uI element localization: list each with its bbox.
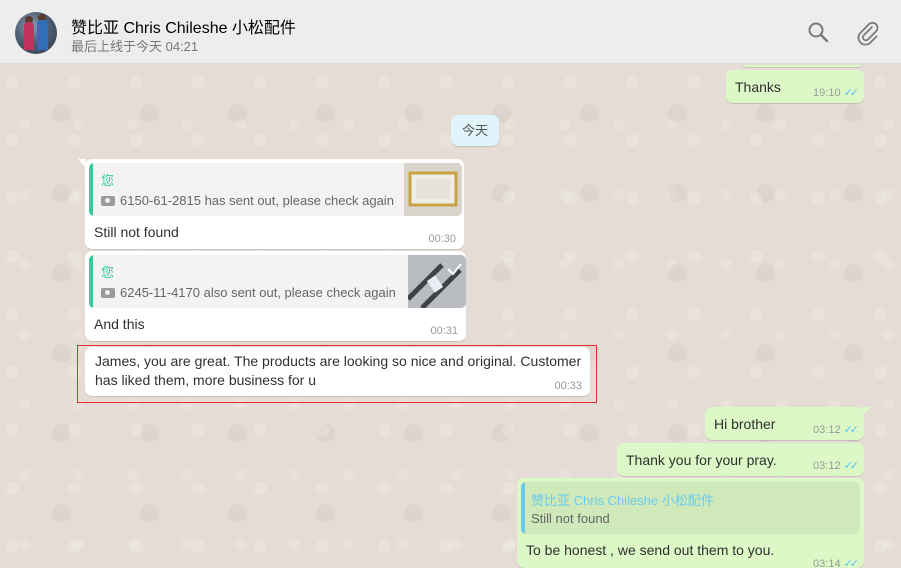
message-text: Still not found [94,224,179,240]
quoted-message[interactable]: 您 6245-11-4170 also sent out, please che… [89,255,466,308]
message-time: 00:30 [428,233,456,245]
message-outgoing[interactable]: 赞比亚 Chris Chileshe 小松配件 Still not found … [517,478,864,568]
message-outgoing[interactable]: Hi brother 03:12 ✓✓ [705,407,871,440]
message-text: To be honest , we send out them to you. [526,542,775,558]
chat-header: 赞比亚 Chris Chileshe 小松配件 最后上线于今天 04:21 [0,0,901,64]
message-text: Hi brother [714,416,776,432]
read-receipt-icon: ✓✓ [843,460,860,472]
search-icon[interactable] [806,20,832,46]
quote-text: 6245-11-4170 also sent out, please check… [101,285,396,300]
message-time: 19:10 ✓✓ [813,87,860,99]
message-time: 03:12 ✓✓ [813,460,860,472]
image-thumbnail[interactable] [406,255,466,308]
read-receipt-icon: ✓✓ [843,424,860,436]
message-outgoing[interactable]: Thank you for your pray. 03:12 ✓✓ [617,443,864,476]
message-text: Thank you for your pray. [626,452,777,468]
quoted-message[interactable]: 您 6150-61-2815 has sent out, please chec… [89,163,462,216]
message-time: 00:31 [430,325,458,337]
message-text: Thanks [735,79,781,95]
message-time: 03:14 ✓✓ [813,558,860,568]
message-incoming[interactable]: 您 6245-11-4170 also sent out, please che… [85,251,466,341]
quote-author: 您 [101,265,115,280]
quote-text: 6150-61-2815 has sent out, please check … [101,193,394,208]
image-thumbnail[interactable] [404,163,462,216]
quoted-message[interactable]: 赞比亚 Chris Chileshe 小松配件 Still not found [521,482,860,534]
quote-author: 您 [101,173,115,188]
message-text: And this [94,316,145,332]
message-bubble-partial [740,65,864,67]
read-receipt-icon: ✓✓ [843,87,860,99]
quote-text: Still not found [531,511,610,526]
chat-panel[interactable]: Thanks 19:10 ✓✓ 今天 您 6150-61-2815 has sen… [0,65,901,568]
message-outgoing[interactable]: Thanks 19:10 ✓✓ [726,70,864,103]
attach-icon[interactable] [855,20,881,46]
last-seen-status: 最后上线于今天 04:21 [71,39,199,54]
read-receipt-icon: ✓✓ [843,558,860,568]
camera-icon [101,196,115,206]
date-separator: 今天 [451,115,499,146]
quote-author: 赞比亚 Chris Chileshe 小松配件 [531,493,714,508]
message-time: 03:12 ✓✓ [813,424,860,436]
message-incoming[interactable]: 您 6150-61-2815 has sent out, please chec… [78,159,464,249]
contact-avatar[interactable] [15,12,57,54]
contact-name[interactable]: 赞比亚 Chris Chileshe 小松配件 [71,14,296,38]
highlight-box [77,345,597,403]
camera-icon [101,288,115,298]
